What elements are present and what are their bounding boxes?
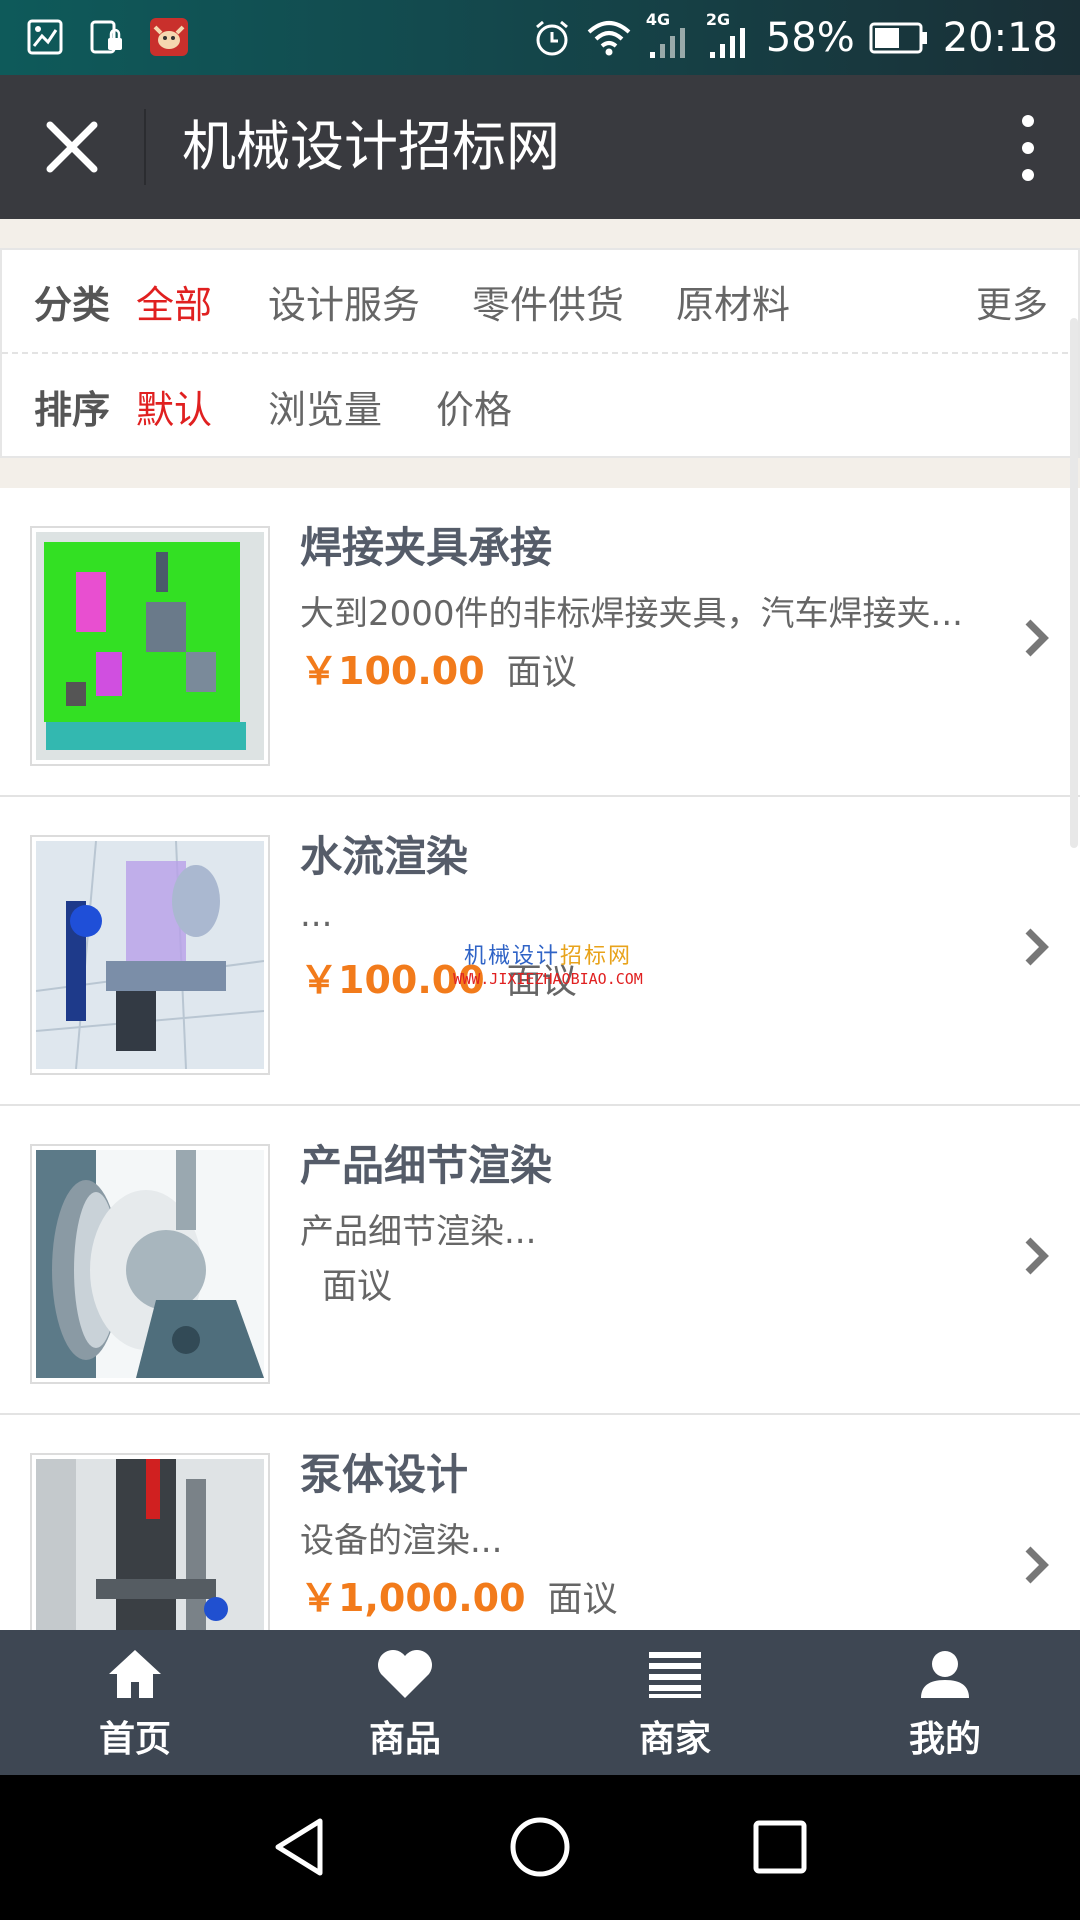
product-title: 产品细节渲染 — [300, 1141, 553, 1190]
watermark-name-a: 机械设计 — [463, 944, 560, 969]
close-icon — [46, 121, 98, 173]
battery-percent: 58% — [765, 15, 855, 61]
close-button[interactable] — [40, 115, 104, 179]
category-raw-material[interactable]: 原材料 — [676, 274, 790, 329]
nav-merchants[interactable]: 商家 — [540, 1630, 810, 1775]
gallery-icon — [24, 16, 66, 58]
chevron-right-icon — [1025, 1237, 1049, 1275]
back-icon[interactable] — [264, 1811, 336, 1883]
product-description: 设备的渲染... — [300, 1521, 503, 1561]
product-thumbnail — [30, 1144, 270, 1384]
signal-2g-icon: 2G — [706, 10, 752, 60]
negotiable-label: 面议 — [547, 1580, 618, 1620]
user-icon — [913, 1644, 977, 1704]
home-circle-icon[interactable] — [504, 1811, 576, 1883]
scrollbar[interactable] — [1070, 318, 1078, 848]
category-design-service[interactable]: 设计服务 — [268, 274, 420, 329]
heart-icon — [373, 1644, 437, 1704]
product-title: 焊接夹具承接 — [300, 523, 553, 572]
dot-icon — [1022, 169, 1034, 181]
product-thumbnail — [30, 526, 270, 766]
alarm-icon — [535, 20, 568, 56]
category-parts-supply[interactable]: 零件供货 — [472, 274, 624, 329]
product-title: 泵体设计 — [300, 1450, 469, 1499]
nav-me-label: 我的 — [908, 1719, 981, 1760]
bottom-nav: 首页 商品 商家 我的 — [0, 1630, 1080, 1775]
category-more[interactable]: 更多 — [976, 276, 1048, 328]
product-price-row: 面议 — [300, 1258, 392, 1309]
title-divider — [144, 109, 146, 185]
nav-home-label: 首页 — [98, 1719, 171, 1760]
product-description: 产品细节渲染... — [300, 1212, 537, 1252]
negotiable-label: 面议 — [322, 1267, 393, 1307]
chevron-right-icon — [1025, 619, 1049, 657]
site-watermark: 机械设计招标网 WWW.JIXIEZHAOBIAO.COM — [448, 938, 648, 988]
sort-default[interactable]: 默认 — [136, 379, 212, 434]
battery-icon — [869, 22, 927, 54]
sort-price[interactable]: 价格 — [436, 379, 512, 434]
system-nav-bar — [0, 1775, 1080, 1920]
nav-products-label: 商品 — [368, 1719, 441, 1760]
clock: 20:18 — [942, 15, 1058, 61]
nav-me[interactable]: 我的 — [810, 1630, 1080, 1775]
sort-row: 排序 默认 浏览量 价格 — [2, 354, 1078, 458]
product-price-row: ￥1,000.00 面议 — [300, 1567, 618, 1622]
nav-products[interactable]: 商品 — [270, 1630, 540, 1775]
dot-icon — [1022, 115, 1034, 127]
category-label: 分类 — [34, 282, 111, 327]
list-icon — [643, 1644, 707, 1704]
sort-label: 排序 — [34, 387, 111, 432]
list-item[interactable]: 泵体设计 设备的渲染... ￥1,000.00 面议 — [0, 1415, 1080, 1630]
product-list: 焊接夹具承接 大到2000件的非标焊接夹具，汽车焊接夹... ￥100.00 面… — [0, 488, 1080, 1630]
sim-lock-icon — [86, 16, 128, 58]
status-bar: 4G 2G 58% 20:18 — [0, 0, 1080, 75]
wifi-icon — [587, 21, 631, 56]
watermark-url: WWW.JIXIEZHAOBIAO.COM — [453, 970, 643, 988]
category-all[interactable]: 全部 — [136, 274, 212, 329]
product-price: ￥100.00 — [300, 649, 485, 693]
nav-merchants-label: 商家 — [638, 1719, 711, 1760]
product-price-row: ￥100.00 面议 — [300, 640, 577, 695]
category-row: 分类 全部 设计服务 零件供货 原材料 更多 — [2, 250, 1078, 354]
watermark-name-b: 招标网 — [560, 944, 633, 969]
sort-views[interactable]: 浏览量 — [268, 379, 382, 434]
list-item[interactable]: 焊接夹具承接 大到2000件的非标焊接夹具，汽车焊接夹... ￥100.00 面… — [0, 488, 1080, 797]
dot-icon — [1022, 142, 1034, 154]
filter-panel: 分类 全部 设计服务 零件供货 原材料 更多 排序 默认 浏览量 价格 — [0, 248, 1080, 458]
page-title: 机械设计招标网 — [182, 115, 560, 178]
product-description: 大到2000件的非标焊接夹具，汽车焊接夹... — [300, 594, 963, 634]
product-price: ￥1,000.00 — [300, 1576, 526, 1620]
home-icon — [103, 1644, 167, 1704]
title-bar: 机械设计招标网 — [0, 75, 1080, 219]
product-title: 水流渲染 — [300, 832, 469, 881]
more-menu-button[interactable] — [1016, 115, 1040, 181]
nav-home[interactable]: 首页 — [0, 1630, 270, 1775]
chevron-right-icon — [1025, 928, 1049, 966]
recents-icon[interactable] — [744, 1811, 816, 1883]
chevron-right-icon — [1025, 1546, 1049, 1584]
signal-4g-icon: 4G — [646, 10, 692, 60]
negotiable-label: 面议 — [506, 653, 577, 693]
list-item[interactable]: 产品细节渲染 产品细节渲染... 面议 — [0, 1106, 1080, 1415]
product-thumbnail — [30, 835, 270, 1075]
app-notification-icon — [148, 16, 190, 58]
product-description: ... — [300, 895, 333, 935]
product-thumbnail — [30, 1453, 270, 1630]
